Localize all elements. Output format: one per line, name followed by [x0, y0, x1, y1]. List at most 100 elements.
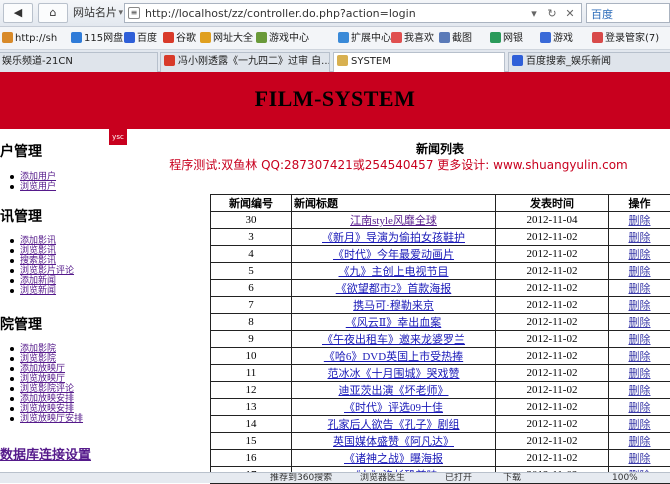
delete-link[interactable]: 删除 — [629, 351, 651, 363]
bookmark-item[interactable]: 游戏 — [540, 31, 573, 46]
news-title-link[interactable]: 《时代》评选09十佳 — [344, 402, 443, 414]
news-title-link[interactable]: 《欲望都市2》首款海报 — [336, 283, 452, 295]
news-title-link[interactable]: 英国媒体盛赞《阿凡达》 — [333, 436, 454, 448]
menu-item[interactable]: 浏览影讯 — [7, 246, 74, 256]
add-cinema-link[interactable]: 添加影院 — [20, 344, 56, 354]
home-button[interactable]: ⌂ — [38, 3, 68, 23]
delete-link[interactable]: 删除 — [629, 249, 651, 261]
browse-hall-schedule-link[interactable]: 浏览放映厅安排 — [20, 414, 83, 424]
news-title-link[interactable]: 《九》主创上电视节目 — [339, 266, 449, 278]
search-input[interactable]: 百度 — [586, 3, 670, 23]
menu-item[interactable]: 浏览新闻 — [7, 286, 74, 296]
news-title-link[interactable]: 迪亚茨出演《坏老师》 — [339, 385, 449, 397]
browse-cinema-comments-link[interactable]: 浏览影院评论 — [20, 384, 74, 394]
bookmark-item[interactable]: 115网盘 — [71, 31, 123, 46]
delete-link[interactable]: 删除 — [629, 368, 651, 380]
bookmark-item[interactable]: 谷歌 — [163, 31, 196, 46]
news-title-link[interactable]: 江南style风靡全球 — [350, 215, 437, 227]
dropdown-icon[interactable]: ▾ — [525, 7, 543, 21]
delete-link[interactable]: 删除 — [629, 453, 651, 465]
menu-item[interactable]: 添加影讯 — [7, 236, 74, 246]
site-card-dropdown[interactable]: 网站名片 — [73, 3, 121, 23]
menu-item[interactable]: 搜索影讯 — [7, 256, 74, 266]
bookmark-item[interactable]: 游戏中心 — [256, 31, 309, 46]
menu-item[interactable]: 浏览放映厅安排 — [7, 414, 83, 424]
status-item[interactable]: 推荐到360搜索 — [270, 472, 332, 483]
menu-item[interactable]: 添加影院 — [7, 344, 83, 354]
bookmark-icon — [71, 32, 82, 43]
news-title-link[interactable]: 携马可·穆勒来京 — [353, 300, 434, 312]
db-settings-link[interactable]: 数据库连接设置 — [0, 444, 91, 463]
bookmark-item[interactable]: 百度 — [124, 31, 157, 46]
delete-link[interactable]: 删除 — [629, 402, 651, 414]
browse-news-link[interactable]: 浏览新闻 — [20, 286, 56, 296]
address-bar[interactable]: ≡ http://localhost/zz/controller.do.php?… — [124, 3, 582, 23]
status-item[interactable]: 下载 — [503, 472, 521, 483]
tab-21cn[interactable]: 娱乐频道-21CN — [0, 52, 158, 72]
bookmark-item[interactable]: 我喜欢 — [391, 31, 434, 46]
menu-item[interactable]: 浏览放映安排 — [7, 404, 83, 414]
add-schedule-link[interactable]: 添加放映安排 — [20, 394, 74, 404]
status-item[interactable]: 已打开 — [445, 472, 472, 483]
table-row: 13《时代》评选09十佳2012-11-02删除 — [211, 399, 670, 416]
delete-link[interactable]: 删除 — [629, 334, 651, 346]
delete-link[interactable]: 删除 — [629, 385, 651, 397]
browse-movie-news-link[interactable]: 浏览影讯 — [20, 246, 56, 256]
browse-hall-link[interactable]: 浏览放映厅 — [20, 374, 65, 384]
status-item[interactable]: 浏览器医生 — [360, 472, 405, 483]
tab-system[interactable]: SYSTEM — [333, 52, 505, 73]
address-url[interactable]: http://localhost/zz/controller.do.php?ac… — [145, 5, 416, 22]
delete-link[interactable]: 删除 — [629, 317, 651, 329]
add-hall-link[interactable]: 添加放映厅 — [20, 364, 65, 374]
news-title-link[interactable]: 范冰冰《十月围城》哭戏赞 — [328, 368, 460, 380]
news-title-link[interactable]: 《时代》今年最爱动画片 — [333, 249, 454, 261]
menu-item[interactable]: 添加放映厅 — [7, 364, 83, 374]
news-title-link[interactable]: 《诸神之战》曝海报 — [344, 453, 443, 465]
news-title-link[interactable]: 《新月》导演为偷拍女孩鞋护 — [322, 232, 465, 244]
news-title-link[interactable]: 《哈6》DVD英国上市受热捧 — [324, 351, 463, 363]
delete-link[interactable]: 删除 — [629, 215, 651, 227]
news-title-link[interactable]: 《午夜出租车》邀来龙婆罗兰 — [322, 334, 465, 346]
menu-item[interactable]: 浏览放映厅 — [7, 374, 83, 384]
delete-link[interactable]: 删除 — [629, 232, 651, 244]
delete-link[interactable]: 删除 — [629, 300, 651, 312]
menu-item[interactable]: 添加放映安排 — [7, 394, 83, 404]
news-title-link[interactable]: 《风云Ⅱ》幸出血案 — [346, 317, 441, 329]
tab-news-article[interactable]: 冯小刚透露《一九四二》过审 自... — [160, 52, 330, 72]
tab-baidu-search[interactable]: 百度搜索_娱乐新闻 — [508, 52, 670, 72]
table-row: 14孔家后人欲告《孔子》剧组2012-11-02删除 — [211, 416, 670, 433]
delete-link[interactable]: 删除 — [629, 283, 651, 295]
menu-item[interactable]: 添加新闻 — [7, 276, 74, 286]
cinema-menu: 添加影院 浏览影院 添加放映厅 浏览放映厅 浏览影院评论 添加放映安排 浏览放映… — [7, 344, 83, 424]
news-date-cell: 2012-11-02 — [496, 280, 609, 297]
menu-item[interactable]: 浏览影院评论 — [7, 384, 83, 394]
news-title-cell: 《风云Ⅱ》幸出血案 — [292, 314, 496, 331]
bookmark-item[interactable]: 网银 — [490, 31, 523, 46]
menu-item[interactable]: 添加用户 — [7, 172, 56, 182]
bookmark-item[interactable]: http://sh — [2, 31, 57, 46]
menu-item[interactable]: 浏览用户 — [7, 182, 56, 192]
menu-item[interactable]: 浏览影片评论 — [7, 266, 74, 276]
news-title-cell: 携马可·穆勒来京 — [292, 297, 496, 314]
add-user-link[interactable]: 添加用户 — [20, 172, 56, 182]
add-news-link[interactable]: 添加新闻 — [20, 276, 56, 286]
browse-cinema-link[interactable]: 浏览影院 — [20, 354, 56, 364]
bookmark-item[interactable]: 网址大全 — [200, 31, 253, 46]
browse-schedule-link[interactable]: 浏览放映安排 — [20, 404, 74, 414]
refresh-icon[interactable]: ↻ — [543, 7, 561, 21]
bookmark-item[interactable]: 截图 — [439, 31, 472, 46]
browse-users-link[interactable]: 浏览用户 — [20, 182, 56, 192]
bookmark-item[interactable]: 扩展中心 — [338, 31, 391, 46]
menu-item[interactable]: 浏览影院 — [7, 354, 83, 364]
bookmark-item[interactable]: 登录管家(7) — [592, 31, 659, 46]
back-button[interactable]: ◀ — [3, 3, 33, 23]
add-movie-news-link[interactable]: 添加影讯 — [20, 236, 56, 246]
browse-movie-comments-link[interactable]: 浏览影片评论 — [20, 266, 74, 276]
zoom-level[interactable]: 100% — [612, 472, 638, 483]
delete-link[interactable]: 删除 — [629, 419, 651, 431]
delete-link[interactable]: 删除 — [629, 266, 651, 278]
search-movie-news-link[interactable]: 搜索影讯 — [20, 256, 56, 266]
news-title-link[interactable]: 孔家后人欲告《孔子》剧组 — [328, 419, 460, 431]
close-icon[interactable]: ✕ — [561, 7, 579, 21]
delete-link[interactable]: 删除 — [629, 436, 651, 448]
